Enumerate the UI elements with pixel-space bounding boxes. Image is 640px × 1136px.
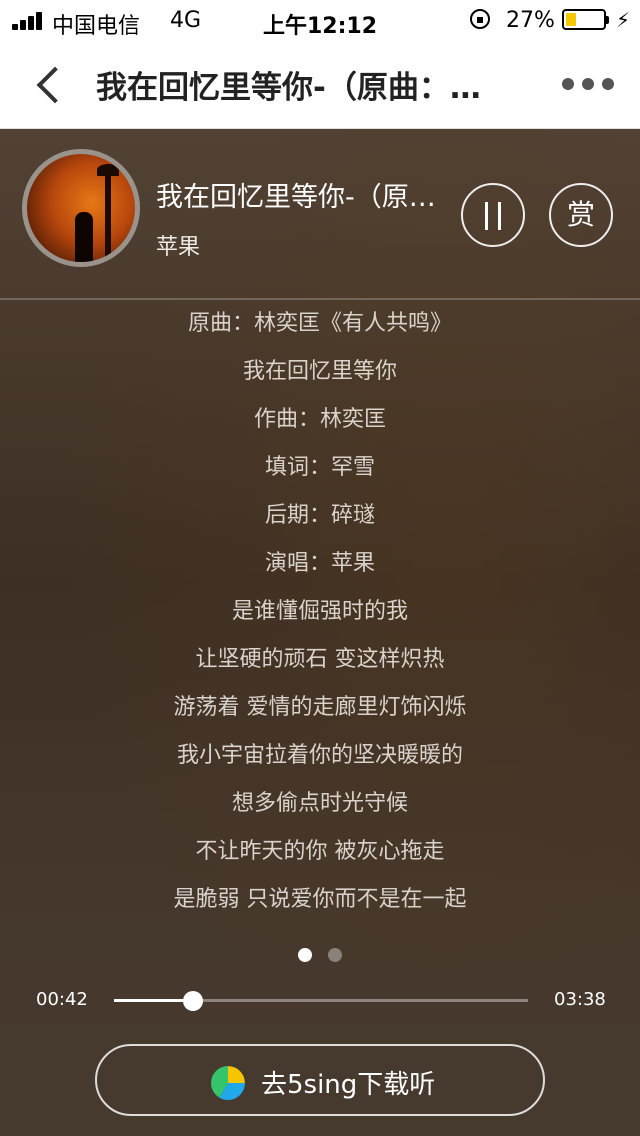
artist-name: 苹果 [156,235,201,260]
5sing-logo-icon [211,1066,245,1100]
lyric-line: 不让昨天的你 被灰心拖走 [195,839,445,864]
lyric-line: 是谁懂倔强时的我 [231,599,408,624]
album-cover [22,149,140,267]
lyric-line: 作曲：林奕匡 [253,407,386,432]
battery-percent: 27% [506,8,555,33]
download-label: 去5sing下载听 [261,1070,436,1100]
reward-button[interactable]: 赏 [549,183,613,247]
progress-thumb[interactable] [182,991,203,1011]
back-chevron-icon[interactable] [28,60,68,108]
pause-button[interactable] [461,183,525,247]
charging-bolt-icon: ⚡ [616,8,631,32]
more-dots-icon[interactable] [560,76,616,90]
total-time: 03:38 [554,989,606,1010]
page-dot [328,948,342,962]
page-indicator [0,947,640,963]
page-title: 我在回忆里等你-（原曲：… [96,70,481,106]
cover-figure-shape [75,212,93,262]
lyric-line: 是脆弱 只说爱你而不是在一起 [173,887,467,912]
progress-slider[interactable] [114,991,528,1011]
orientation-lock-icon [470,9,490,29]
battery-fill [566,13,576,26]
cover-lamppost-shape [105,168,111,262]
lyric-line: 演唱：苹果 [264,551,375,576]
lyrics-list[interactable]: 原曲：林奕匡《有人共鸣》 我在回忆里等你 作曲：林奕匡 填词：罕雪后期：碎璲演唱：苹果… [0,300,640,924]
nav-bar: 我在回忆里等你-（原曲：… [0,40,640,129]
player-panel: 我在回忆里等你-（原… 苹果 赏 原曲：林奕匡《有人共鸣》 我在回忆里等你 作曲：林… [0,129,640,1136]
progress-fill [114,999,193,1002]
lyric-line: 我小宇宙拉着你的坚决暖暖的 [176,743,463,768]
lyric-line: 想多偷点时光守候 [231,791,408,816]
song-title: 我在回忆里等你-（原… [156,182,436,213]
battery-icon [562,9,609,30]
lyric-line: 我在回忆里等你 [242,359,397,384]
status-bar: 中国电信 4G 上午12:12 27% ⚡ [0,0,640,40]
lyric-line: 游荡着 爱情的走廊里灯饰闪烁 [173,695,467,720]
pause-icon [482,202,504,230]
download-5sing-button[interactable]: 去5sing下载听 [95,1044,545,1116]
lyric-line: 让坚硬的顽石 变这样炽热 [195,647,445,672]
lyric-line: 填词：罕雪 [264,455,375,480]
lyric-line: 原曲：林奕匡《有人共鸣》 [187,311,452,336]
lyric-line: 后期：碎璲 [264,503,375,528]
page-dot [298,948,312,962]
current-time: 00:42 [36,989,88,1010]
